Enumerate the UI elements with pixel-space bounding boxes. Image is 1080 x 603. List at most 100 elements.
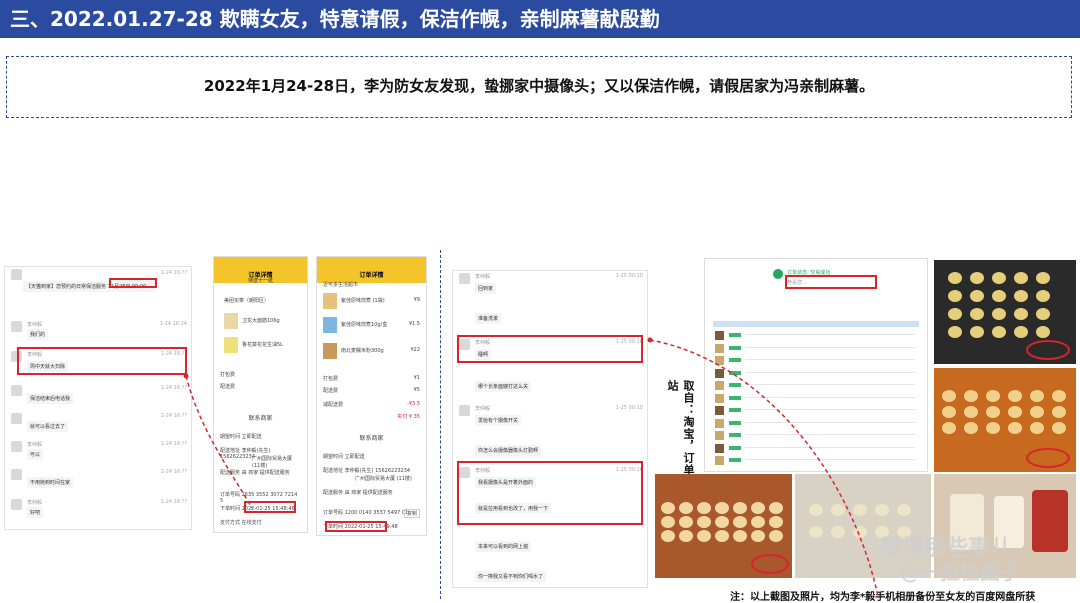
mochi-bun [853,526,867,538]
order-row-thumb [715,356,724,365]
mochi-bun [769,530,783,542]
order-row-badge [729,420,741,425]
chat-screenshot-2: 李仲毅 1-25 00:10 回到家 准备洗漱 李仲毅 1-25 00:10 睡啊 哪个… [452,270,648,588]
order-row-line [745,409,915,410]
fee-label: 配送费 [220,384,236,390]
mochi-bun [1036,272,1050,284]
mochi-bun [809,526,823,538]
shop-name: 近可多生活超市 [323,282,359,288]
mochi-bun [733,530,747,542]
product-name: 卫龙大面筋106g [242,318,280,324]
fee-value: ¥1 [413,375,420,381]
order-row-thumb [715,343,724,353]
field-label: 配送地址 [323,468,344,474]
mochi-bun [1030,422,1044,434]
mochi-bun [1036,326,1050,338]
field-label: 配送服务 [220,470,241,476]
order-row-badge [729,358,741,362]
highlight-circle [751,554,789,574]
highlight-box [17,347,187,375]
fee-label: 打包费 [323,376,339,382]
message-time: 1-24 16:?? [160,469,187,475]
highlight-box [457,461,643,525]
product-thumbnail [224,337,238,353]
mochi-bun [992,308,1006,320]
product-thumbnail [323,343,337,359]
order-row-line [745,434,915,435]
photo-oven-finished [655,474,792,578]
mochi-bun [733,516,747,528]
mochi-bun [1052,406,1066,418]
mochi-bun [715,502,729,514]
order-row-thumb [715,368,724,378]
mochi-bun [970,308,984,320]
avatar [459,405,470,416]
message-time: 1-24 16:?? [160,441,187,447]
order-row-badge [729,395,741,400]
field-value: 李仲毅(先生) 15626223234 [344,468,411,474]
mochi-bun [1008,406,1022,418]
mochi-bun [1008,390,1022,402]
message-text: 保洁结束后电话我 [27,393,74,404]
order-row-thumb [715,418,724,428]
mochi-bun [1052,422,1066,434]
order-row-line [745,459,915,460]
mochi-bun [751,516,765,528]
message-text: 好吧 [27,507,44,518]
product-price: ¥1.5 [408,321,420,327]
connector-dot [647,337,653,343]
mochi-bun [992,290,1006,302]
fee-value: -¥3.5 [407,401,420,407]
message-text: 可以 [27,449,44,460]
status-bar [214,257,307,269]
product-name: 紫佳原味煎煮10g/盒 [341,322,388,328]
order-row-line [745,346,915,348]
avatar [11,413,22,424]
order-row-line [745,371,915,373]
sender-name: 李仲毅 [475,274,491,280]
order-row-thumb [715,381,724,390]
mochi-bun [831,504,845,516]
highlight-box [325,521,387,532]
message-text: 本来可以看到的网上遍 [475,541,532,552]
field-value: 由 商家 提供配送服务 [241,470,290,476]
fee-value: ¥5 [413,387,420,393]
mochi-bun [948,290,962,302]
mochi-bun [697,530,711,542]
photo-oven-baking [934,368,1076,472]
message-time: 1-24 16:24 [159,321,187,327]
mochi-bun [1030,406,1044,418]
field-value: 广州国际贸易大厦 (11楼) [355,476,412,482]
mochi-bun [970,290,984,302]
message-text: 我们的 [27,329,49,340]
contact-shop[interactable]: 联系商家 [323,433,420,442]
order-row-badge [729,458,741,462]
mochi-bun [1014,290,1028,302]
message-text: 你一擦我又看不到你们喝水了 [475,571,547,582]
product-name: 南北麦糯米粉300g [341,348,384,354]
mochi-bun [942,406,956,418]
order-row-badge [729,408,741,412]
order-row-thumb [715,456,724,465]
message-time: 1-24 16:?? [160,270,187,276]
highlight-box [244,501,296,513]
order-row-line [745,396,915,398]
copy-button[interactable]: 复制 [403,509,420,518]
mochi-bun [751,530,765,542]
mochi-bun [1036,308,1050,320]
order-screenshot-2: 订单详情 近可多生活超市 紫佳原味煎煮 (1袋) ¥9 紫佳原味煎煮10g/盒 ¥1… [316,256,427,536]
mochi-bun [1030,390,1044,402]
order-total: 实付 ¥ 35 [397,414,420,420]
product-thumbnail [323,293,337,309]
highlight-circle [1026,448,1070,468]
mochi-bun [986,390,1000,402]
field-label: 支付方式 [220,520,241,526]
field-label: 下单时间 [220,506,241,512]
mochi-bun [679,516,693,528]
order-list-screenshot: 订单状态: 交易成功 恭喜您... [704,258,928,472]
contact-shop[interactable]: 联系商家 [220,413,301,422]
mochi-bun [769,502,783,514]
product-name: 鲁花葵花花生油5L [242,342,283,348]
order-row-thumb [715,406,724,415]
order-row-badge [729,370,741,375]
